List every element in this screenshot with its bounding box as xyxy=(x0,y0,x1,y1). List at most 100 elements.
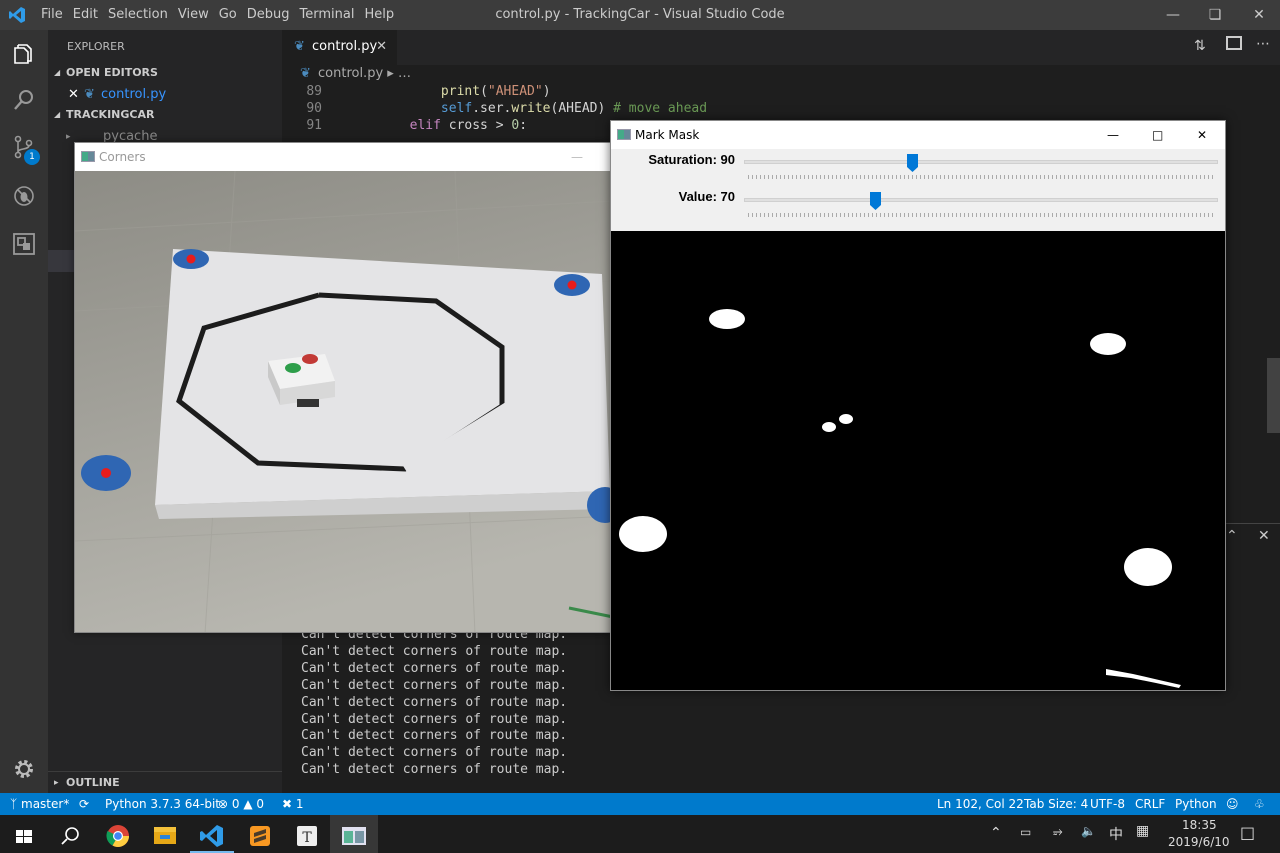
language-mode[interactable]: Python xyxy=(1175,793,1217,815)
ime-mode-icon[interactable]: ▦ xyxy=(1136,823,1149,839)
branch-status[interactable]: ᛉ master* xyxy=(10,793,69,815)
warning-count: 0 xyxy=(256,797,265,811)
typora-icon[interactable]: T xyxy=(283,819,331,853)
terminal-line: Can't detect corners of route map. xyxy=(301,661,568,676)
extensions-icon[interactable] xyxy=(12,232,36,256)
mark-mask-window[interactable]: Mark Mask — □ ✕ Saturation: 90 Value: 70 xyxy=(610,120,1226,691)
outline-section[interactable]: ▸ OUTLINE xyxy=(48,771,282,793)
battery-icon[interactable]: ▭ xyxy=(1020,825,1031,839)
mark-mask-caption[interactable]: Mark Mask — □ ✕ xyxy=(611,121,1225,149)
activity-bar: 1 xyxy=(0,30,48,793)
open-editor-item[interactable]: ✕ ❦ control.py xyxy=(48,84,282,106)
search-icon[interactable] xyxy=(12,88,36,112)
terminal-line: Can't detect corners of route map. xyxy=(301,695,568,710)
error-icon: ⊗ xyxy=(218,797,232,811)
status-bar: ᛉ master* ⟳ Python 3.7.3 64-bit ⊗ 0 ▲ 0 … xyxy=(0,793,1280,815)
restore-button[interactable]: ❏ xyxy=(1192,0,1238,30)
open-editors-section[interactable]: ◢ OPEN EDITORS xyxy=(48,62,282,84)
close-button[interactable]: ✕ xyxy=(1236,0,1280,30)
value-slider-thumb[interactable] xyxy=(870,192,882,210)
tools-status[interactable]: ✖ 1 xyxy=(282,793,304,815)
corners-caption[interactable]: Corners — xyxy=(75,143,611,171)
wifi-icon[interactable]: ⥴ xyxy=(1053,824,1063,839)
editor-tabs: ❦ control.py ✕ ⇅ ⋯ xyxy=(282,30,1280,65)
ime-indicator[interactable]: 中 xyxy=(1109,824,1123,844)
menu-view[interactable]: View xyxy=(177,0,218,30)
chevron-right-icon: ▸ xyxy=(54,778,59,788)
python-interpreter[interactable]: Python 3.7.3 64-bit xyxy=(105,793,220,815)
close-button[interactable]: ✕ xyxy=(1197,121,1207,149)
compare-changes-icon[interactable]: ⇅ xyxy=(1194,38,1206,54)
clock-date[interactable]: 2019/6/10 xyxy=(1168,835,1230,849)
terminal-line: Can't detect corners of route map. xyxy=(301,762,568,777)
terminal-line: Can't detect corners of route map. xyxy=(301,678,568,693)
menu-edit[interactable]: Edit xyxy=(72,0,107,30)
breadcrumb-more[interactable]: … xyxy=(398,66,411,81)
menu-selection[interactable]: Selection xyxy=(107,0,177,30)
chevron-down-icon: ◢ xyxy=(54,110,61,119)
action-center-icon[interactable]: □ xyxy=(1240,823,1255,842)
code-line: elif cross > 0: xyxy=(347,118,528,133)
outline-label: OUTLINE xyxy=(66,776,120,789)
tools-count: 1 xyxy=(295,797,304,811)
sync-icon[interactable]: ⟳ xyxy=(79,793,89,815)
encoding[interactable]: UTF-8 xyxy=(1090,793,1125,815)
chrome-icon[interactable] xyxy=(94,819,142,853)
file-explorer-icon[interactable] xyxy=(141,819,189,853)
trackingcar-section[interactable]: ◢ TRACKINGCAR xyxy=(48,104,282,126)
opencv-window-icon xyxy=(81,151,95,162)
saturation-track[interactable] xyxy=(744,160,1218,164)
minimize-button[interactable]: — xyxy=(571,143,583,171)
debug-icon[interactable] xyxy=(12,184,36,208)
files-icon[interactable] xyxy=(12,42,36,66)
vscode-taskbar-icon[interactable] xyxy=(188,819,236,853)
camera-image xyxy=(75,171,611,632)
split-editor-icon[interactable] xyxy=(1226,36,1242,50)
show-hidden-icons-icon[interactable]: ⌃ xyxy=(990,825,1002,841)
code-line: print("AHEAD") xyxy=(347,84,551,99)
menu-debug[interactable]: Debug xyxy=(246,0,299,30)
close-icon[interactable]: ✕ xyxy=(376,30,387,63)
breadcrumb: ❦ control.py ▸ … xyxy=(282,65,1280,83)
minimize-button[interactable]: — xyxy=(1150,0,1196,30)
sublime-text-icon[interactable] xyxy=(236,819,284,853)
minimize-button[interactable]: — xyxy=(1107,121,1119,149)
close-icon[interactable]: ✕ xyxy=(68,84,79,106)
python-file-icon: ❦ xyxy=(84,87,95,102)
feedback-smiley-icon[interactable]: ☺ xyxy=(1226,793,1239,815)
close-panel-icon[interactable]: ✕ xyxy=(1258,528,1270,544)
line-number: 89 xyxy=(306,84,322,99)
corners-window[interactable]: Corners — xyxy=(74,142,612,633)
value-track[interactable] xyxy=(744,198,1218,202)
tab-size[interactable]: Tab Size: 4 xyxy=(1024,793,1088,815)
volume-icon[interactable]: 🔈 xyxy=(1081,824,1096,838)
python-file-icon: ❦ xyxy=(300,66,311,81)
more-actions-icon[interactable]: ⋯ xyxy=(1256,36,1270,52)
error-count: 0 xyxy=(231,797,240,811)
problems-status[interactable]: ⊗ 0 ▲ 0 xyxy=(218,793,264,815)
cursor-position[interactable]: Ln 102, Col 22 xyxy=(937,793,1024,815)
clock-time[interactable]: 18:35 xyxy=(1182,818,1217,832)
notifications-bell-icon[interactable]: ♧ xyxy=(1254,793,1265,815)
menu-file[interactable]: File xyxy=(40,0,72,30)
settings-gear-icon[interactable] xyxy=(12,757,36,781)
mask-image xyxy=(611,231,1225,690)
scrollbar-thumb[interactable] xyxy=(1267,358,1280,433)
menu-terminal[interactable]: Terminal xyxy=(299,0,364,30)
menu-go[interactable]: Go xyxy=(218,0,246,30)
breadcrumb-file[interactable]: control.py xyxy=(318,66,383,81)
tab-control-py[interactable]: ❦ control.py ✕ xyxy=(282,30,397,65)
maximize-button[interactable]: □ xyxy=(1152,121,1163,149)
line-ending[interactable]: CRLF xyxy=(1135,793,1165,815)
explorer-title: EXPLORER xyxy=(67,40,125,53)
chevron-up-icon[interactable]: ⌃ xyxy=(1226,528,1238,544)
git-branch-icon: ᛉ xyxy=(10,797,22,811)
saturation-slider-thumb[interactable] xyxy=(906,154,918,172)
menu-help[interactable]: Help xyxy=(363,0,401,30)
title-bar: control.py - TrackingCar - Visual Studio… xyxy=(0,0,1280,30)
chevron-right-icon: ▸ xyxy=(66,132,71,142)
search-icon[interactable] xyxy=(46,819,94,853)
windows-taskbar: T ⌃ ▭ ⥴ 🔈 中 ▦ 18:35 2019/6/10 □ xyxy=(0,815,1280,853)
chevron-down-icon: ◢ xyxy=(54,68,61,77)
windows-start-icon[interactable] xyxy=(0,819,48,853)
